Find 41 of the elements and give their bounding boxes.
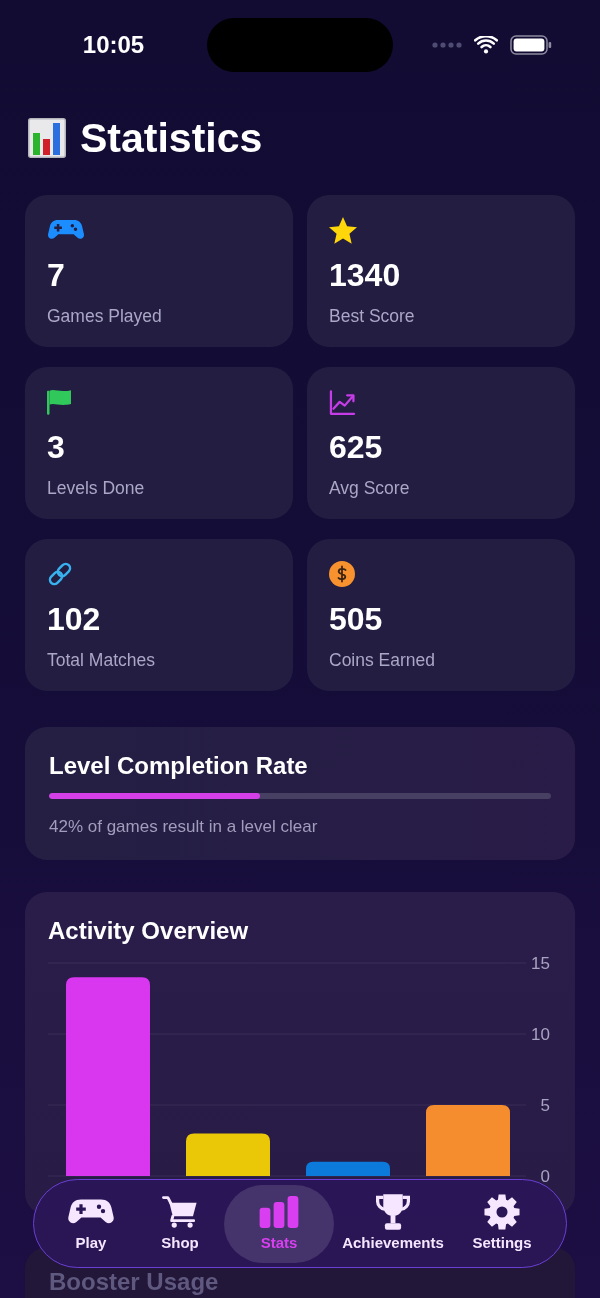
stat-value: 1340 [329,257,401,293]
card-title: Activity Overview [48,916,250,946]
gamepad-icon [47,219,85,241]
stat-label: Levels Done [47,477,145,499]
signal-icon [432,42,462,48]
stat-label: Avg Score [329,477,410,499]
gamepad-icon [67,1197,115,1226]
stat-value: 3 [47,429,65,465]
card-title: Booster Usage [49,1267,220,1297]
y-axis-label: 15 [531,955,550,973]
stat-label: Total Matches [47,649,155,671]
y-axis-label: 0 [540,1167,550,1186]
stat-label: Best Score [329,305,415,327]
stat-value: 102 [47,601,101,637]
page-title: Statistics [80,116,263,160]
coin-icon [329,561,355,587]
stat-label: Coins Earned [329,649,436,671]
tab-button[interactable]: Achievements [334,1184,452,1263]
stat-value: 505 [329,601,383,637]
tab-button[interactable]: Settings [452,1184,552,1263]
y-axis-label: 5 [540,1096,550,1115]
link-icon [47,561,73,587]
tab-button[interactable]: Play [46,1184,136,1263]
cart-icon [162,1194,198,1229]
trophy-icon [376,1193,410,1230]
flag-icon [47,389,71,415]
trending-up-icon [329,389,356,415]
settings-icon [484,1193,520,1230]
stat-value: 625 [329,429,383,465]
progress-caption: 42% of games result in a level clear [49,816,319,838]
status-time: 10:05 [81,31,145,59]
bar-chart-icon [257,1195,301,1228]
y-axis-label: 10 [531,1025,550,1044]
card-title: Level Completion Rate [49,751,309,781]
wifi-icon [474,36,498,54]
stat-value: 7 [47,257,65,293]
battery-icon [510,35,552,55]
bar-chart-icon [28,118,66,158]
tab-button[interactable]: Shop [136,1184,224,1263]
star-icon [329,216,357,244]
stat-label: Games Played [47,305,162,327]
